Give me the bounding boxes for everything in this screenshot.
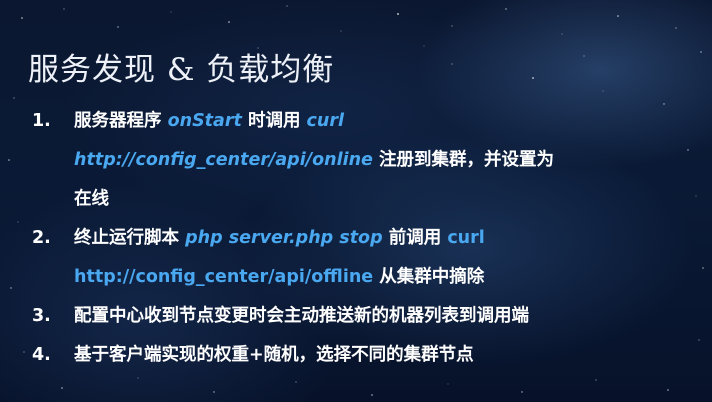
item-text: 前调用	[382, 228, 448, 248]
item-text: 基于客户端实现的权重+随机，选择不同的集群节点	[74, 345, 474, 365]
item-text: 终止运行脚本	[74, 228, 186, 248]
item-wrapline: 在线	[74, 180, 692, 219]
list-item-number: 4.	[32, 345, 51, 365]
url-online: http://config_center/api/online	[74, 150, 373, 170]
item-text: 从集群中摘除	[373, 267, 485, 287]
list-item-number: 2.	[32, 228, 51, 248]
code-php-server-stop: php server.php stop	[185, 228, 383, 248]
list-item-number: 1.	[32, 111, 51, 131]
list-item-number: 3.	[32, 306, 51, 326]
list-item-3: 3. 配置中心收到节点变更时会主动推送新的机器列表到调用端	[32, 297, 692, 336]
item-text: 时调用	[241, 111, 307, 131]
code-curl: curl	[306, 111, 345, 131]
item-text: 在线	[74, 189, 109, 209]
code-onstart: onStart	[167, 111, 242, 131]
slide: 服务发现 & 负载均衡 1. 服务器程序 onStart 时调用 curl ht…	[0, 0, 712, 402]
item-text: 服务器程序	[74, 111, 168, 131]
item-wrapline: http://config_center/api/offline 从集群中摘除	[74, 258, 692, 297]
list-item-1: 1. 服务器程序 onStart 时调用 curl http://config_…	[32, 102, 692, 219]
item-text: 注册到集群，并设置为	[372, 150, 554, 170]
item-wrapline: http://config_center/api/online 注册到集群，并设…	[74, 141, 692, 180]
url-offline: http://config_center/api/offline	[74, 267, 374, 287]
item-text: 配置中心收到节点变更时会主动推送新的机器列表到调用端	[74, 306, 529, 326]
slide-title: 服务发现 & 负载均衡	[28, 52, 335, 88]
bullet-list: 1. 服务器程序 onStart 时调用 curl http://config_…	[32, 102, 692, 375]
code-curl: curl	[447, 228, 485, 248]
list-item-2: 2. 终止运行脚本 php server.php stop 前调用 curl h…	[32, 219, 692, 297]
list-item-4: 4. 基于客户端实现的权重+随机，选择不同的集群节点	[32, 336, 692, 375]
